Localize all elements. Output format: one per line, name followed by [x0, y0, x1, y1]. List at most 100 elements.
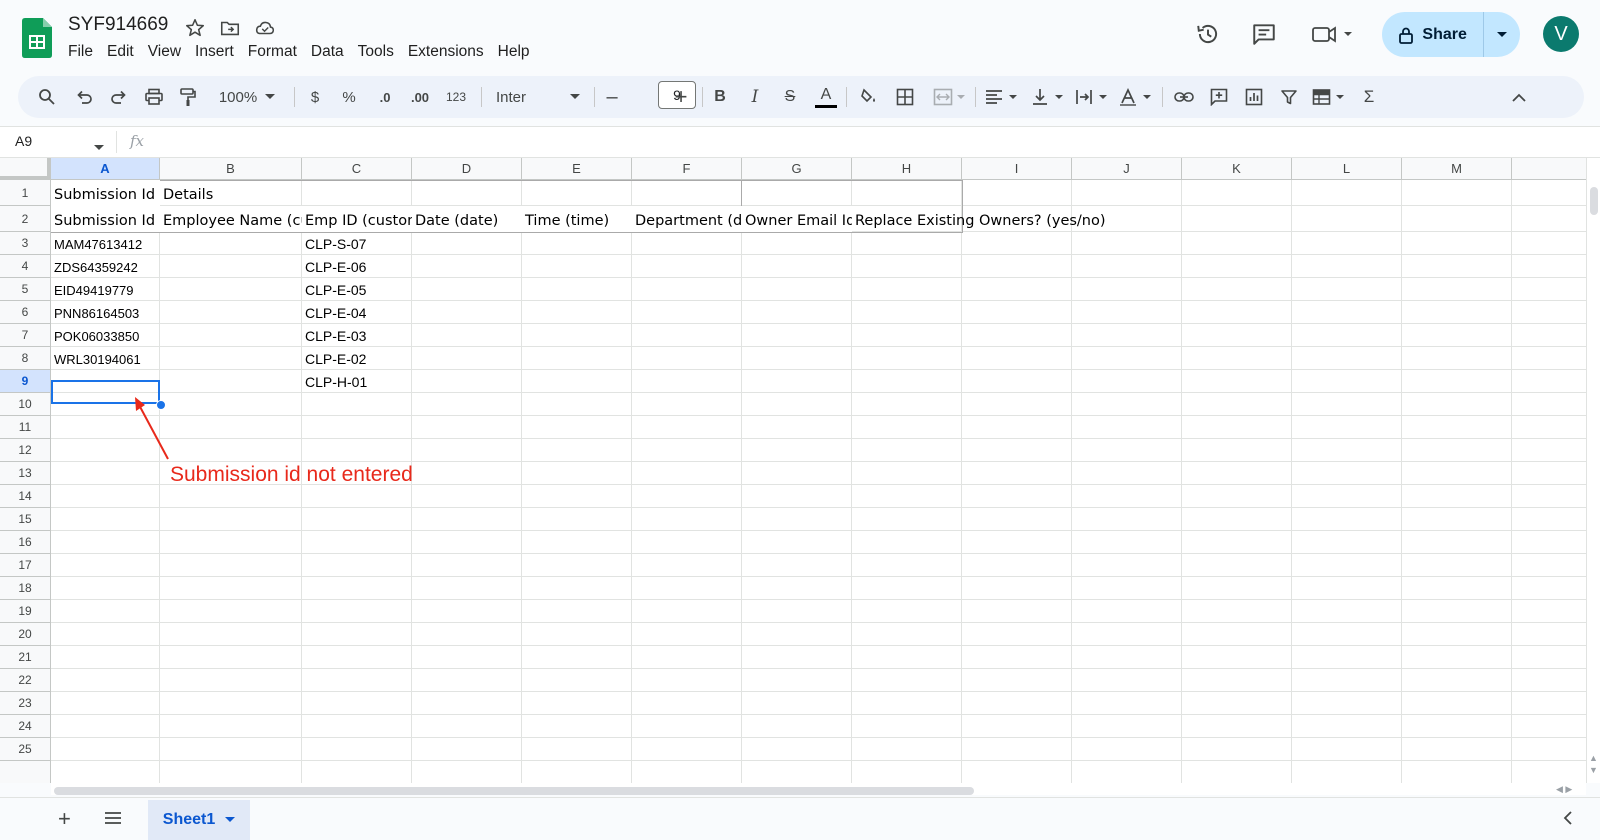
cloud-status-icon[interactable]: [254, 17, 276, 39]
insert-comment-icon[interactable]: [1208, 82, 1230, 112]
row-header-9[interactable]: 9: [0, 370, 51, 393]
cell-b2[interactable]: Employee Name (cu: [160, 206, 302, 232]
collapse-toolbar-icon[interactable]: [1508, 82, 1530, 112]
row-header-23[interactable]: 23: [0, 692, 51, 715]
column-header-d[interactable]: D: [412, 158, 522, 180]
cell-c3[interactable]: CLP-S-07: [302, 232, 412, 255]
column-header-h[interactable]: H: [852, 158, 962, 180]
cell-c5[interactable]: CLP-E-05: [302, 278, 412, 301]
column-header-i[interactable]: I: [962, 158, 1072, 180]
cell-a1[interactable]: Submission Id: [51, 180, 160, 206]
increase-decimal-button[interactable]: .00: [405, 82, 435, 112]
functions-icon[interactable]: Σ: [1358, 82, 1380, 112]
fill-color-icon[interactable]: [858, 82, 880, 112]
menu-format[interactable]: Format: [241, 41, 304, 63]
row-header-13[interactable]: 13: [0, 462, 51, 485]
cell-c7[interactable]: CLP-E-03: [302, 324, 412, 347]
column-header-j[interactable]: J: [1072, 158, 1182, 180]
currency-format-button[interactable]: $: [304, 82, 326, 112]
all-sheets-icon[interactable]: [104, 811, 122, 830]
print-icon[interactable]: [143, 82, 165, 112]
cell-a4[interactable]: ZDS64359242: [51, 255, 160, 278]
menu-help[interactable]: Help: [491, 41, 537, 63]
menu-data[interactable]: Data: [304, 41, 351, 63]
row-header-25[interactable]: 25: [0, 738, 51, 761]
column-header-a[interactable]: A: [51, 158, 160, 180]
cell-a7[interactable]: POK06033850: [51, 324, 160, 347]
collapse-side-panel-icon[interactable]: [1563, 811, 1573, 830]
row-header-15[interactable]: 15: [0, 508, 51, 531]
borders-icon[interactable]: [894, 82, 916, 112]
cell-d2[interactable]: Date (date): [412, 206, 522, 232]
sheets-logo-icon[interactable]: [22, 18, 52, 58]
version-history-icon[interactable]: [1192, 18, 1224, 50]
row-header-20[interactable]: 20: [0, 623, 51, 646]
cell-h2[interactable]: Replace Existing Owners? (yes/no): [852, 206, 1252, 232]
cell-e2[interactable]: Time (time): [522, 206, 632, 232]
column-header-f[interactable]: F: [632, 158, 742, 180]
row-header-4[interactable]: 4: [0, 255, 51, 278]
cell-c9[interactable]: CLP-H-01: [302, 370, 412, 393]
share-dropdown-button[interactable]: [1484, 12, 1520, 57]
cell-a8[interactable]: WRL30194061: [51, 347, 160, 370]
menu-insert[interactable]: Insert: [188, 41, 241, 63]
scroll-arrows-icon[interactable]: ▲ ▼: [1589, 752, 1598, 776]
row-header-3[interactable]: 3: [0, 232, 51, 255]
horizontal-align-icon[interactable]: [984, 82, 1022, 112]
redo-icon[interactable]: [108, 82, 130, 112]
cell-b1[interactable]: Details: [160, 180, 460, 206]
cell-a2[interactable]: Submission Id: [51, 206, 160, 232]
column-header-b[interactable]: B: [160, 158, 302, 180]
cell-c2[interactable]: Emp ID (custon: [302, 206, 412, 232]
column-header-g[interactable]: G: [742, 158, 852, 180]
horizontal-scroll-thumb[interactable]: [54, 787, 974, 795]
search-icon[interactable]: [36, 82, 58, 112]
comments-icon[interactable]: [1248, 18, 1280, 50]
row-header-1[interactable]: 1: [0, 180, 51, 206]
row-header-10[interactable]: 10: [0, 393, 51, 416]
cell-a5[interactable]: EID49419779: [51, 278, 160, 301]
cell-c8[interactable]: CLP-E-02: [302, 347, 412, 370]
bold-button[interactable]: B: [709, 82, 731, 112]
undo-icon[interactable]: [73, 82, 95, 112]
vertical-scrollbar[interactable]: [1586, 158, 1600, 783]
row-header-6[interactable]: 6: [0, 301, 51, 324]
column-header-l[interactable]: L: [1292, 158, 1402, 180]
row-header-14[interactable]: 14: [0, 485, 51, 508]
row-header-22[interactable]: 22: [0, 669, 51, 692]
caret-down-icon[interactable]: [225, 817, 236, 823]
select-all-corner[interactable]: [0, 158, 51, 180]
row-header-8[interactable]: 8: [0, 347, 51, 370]
italic-button[interactable]: I: [744, 82, 766, 112]
formula-input[interactable]: [160, 133, 1560, 151]
meet-icon[interactable]: [1310, 18, 1360, 50]
cell-a6[interactable]: PNN86164503: [51, 301, 160, 324]
row-header-12[interactable]: 12: [0, 439, 51, 462]
row-header-17[interactable]: 17: [0, 554, 51, 577]
avatar[interactable]: V: [1543, 16, 1579, 52]
text-rotation-icon[interactable]: [1118, 82, 1156, 112]
number-format-button[interactable]: 123: [441, 82, 471, 112]
row-header-24[interactable]: 24: [0, 715, 51, 738]
share-button[interactable]: Share: [1382, 12, 1485, 57]
zoom-select[interactable]: 100%: [211, 82, 283, 112]
decrease-font-size-button[interactable]: –: [601, 82, 623, 112]
column-header-c[interactable]: C: [302, 158, 412, 180]
add-sheet-icon[interactable]: +: [58, 806, 71, 832]
row-header-2[interactable]: 2: [0, 206, 51, 232]
cell-c6[interactable]: CLP-E-04: [302, 301, 412, 324]
menu-edit[interactable]: Edit: [100, 41, 141, 63]
column-header-e[interactable]: E: [522, 158, 632, 180]
text-wrapping-icon[interactable]: [1074, 82, 1112, 112]
cell-g2[interactable]: Owner Email Id: [742, 206, 852, 232]
row-header-16[interactable]: 16: [0, 531, 51, 554]
vertical-scroll-thumb[interactable]: [1590, 187, 1598, 215]
table-view-icon[interactable]: [1310, 82, 1350, 112]
font-family-select[interactable]: Inter: [492, 82, 584, 112]
row-header-18[interactable]: 18: [0, 577, 51, 600]
row-header-7[interactable]: 7: [0, 324, 51, 347]
increase-font-size-button[interactable]: +: [670, 82, 692, 112]
cell-f2[interactable]: Department (d: [632, 206, 742, 232]
row-header-11[interactable]: 11: [0, 416, 51, 439]
scroll-left-right-icon[interactable]: ◀ ▶: [1556, 784, 1572, 795]
